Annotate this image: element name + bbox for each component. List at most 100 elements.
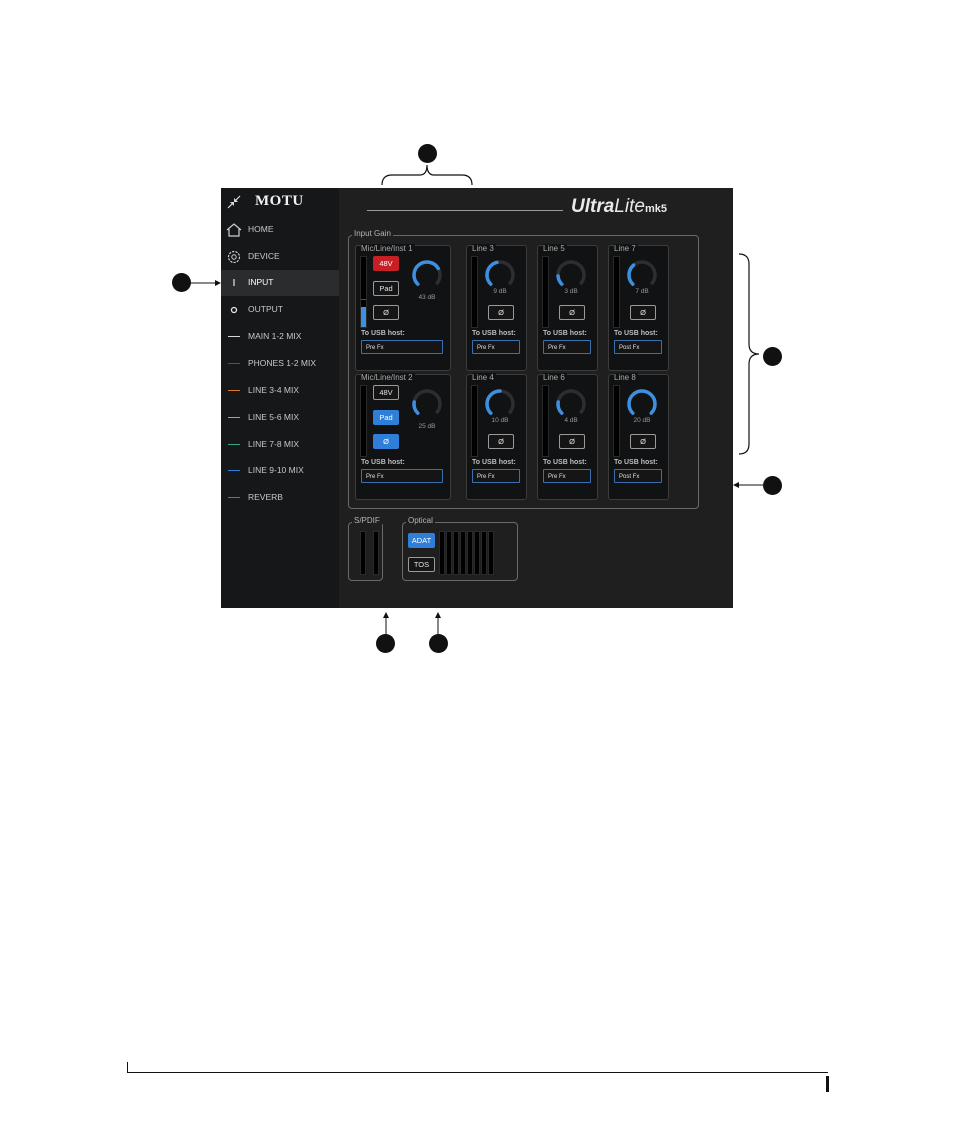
sidebar-item-line910-mix[interactable]: LINE 9-10 MIX — [221, 458, 339, 484]
gain-knob[interactable] — [483, 258, 517, 292]
output-circle-icon — [230, 306, 238, 314]
usb-host-label: To USB host: — [472, 459, 516, 466]
sidebar-item-label: OUTPUT — [248, 304, 283, 314]
brand-bold: Ultra — [571, 196, 615, 217]
level-meter — [471, 256, 478, 328]
optical-level-meter — [467, 531, 473, 575]
mix-color-line — [228, 336, 240, 337]
meter-peak — [361, 299, 366, 301]
phase-invert-button[interactable]: Ø — [559, 434, 585, 449]
phantom-48v-button[interactable]: 48V — [373, 256, 399, 271]
knob-value-arc — [556, 400, 564, 415]
channel-strip: Line 8 Ø 20 dB To USB host: Post Fx — [608, 373, 669, 500]
gain-knob[interactable] — [625, 387, 659, 421]
mix-color-line — [228, 470, 240, 471]
pad-button[interactable]: Pad — [373, 410, 399, 425]
home-icon — [226, 223, 242, 237]
tos-button[interactable]: TOS — [408, 557, 435, 572]
callout-arrow-left — [190, 280, 221, 286]
sidebar-item-input[interactable]: INPUT — [221, 270, 339, 296]
usb-host-select[interactable]: Pre Fx — [472, 469, 520, 483]
sidebar-item-reverb[interactable]: REVERB — [221, 485, 339, 511]
motu-logo: MOTU — [255, 193, 304, 209]
brace-right — [738, 253, 760, 455]
sidebar-item-phones-mix[interactable]: PHONES 1-2 MIX — [221, 351, 339, 377]
usb-host-label: To USB host: — [472, 330, 516, 337]
gain-value: 25 dB — [418, 423, 436, 430]
channel-name: Line 4 — [472, 373, 496, 382]
phase-invert-button[interactable]: Ø — [630, 434, 656, 449]
phase-invert-button[interactable]: Ø — [373, 434, 399, 449]
sidebar-item-device[interactable]: DEVICE — [221, 244, 339, 270]
optical-level-meter — [481, 531, 487, 575]
brand-model: mk5 — [644, 203, 667, 215]
channel-name: Mic/Line/Inst 1 — [361, 244, 415, 253]
pad-button[interactable]: Pad — [373, 281, 399, 296]
usb-host-select[interactable]: Pre Fx — [543, 469, 591, 483]
sidebar-item-line56-mix[interactable]: LINE 5-6 MIX — [221, 405, 339, 431]
optical-level-meter — [474, 531, 480, 575]
spdif-meter-right — [373, 531, 379, 575]
channel-name: Line 6 — [543, 373, 567, 382]
knob-track — [412, 389, 442, 415]
sidebar-item-label: LINE 5-6 MIX — [248, 412, 300, 422]
usb-host-select[interactable]: Pre Fx — [361, 469, 443, 483]
sidebar-item-line78-mix[interactable]: LINE 7-8 MIX — [221, 432, 339, 458]
callout-arrow-bottom-2 — [435, 612, 441, 634]
sidebar-item-line34-mix[interactable]: LINE 3-4 MIX — [221, 378, 339, 404]
level-meter — [360, 385, 367, 457]
sidebar-item-home[interactable]: HOME — [221, 217, 339, 243]
level-meter — [613, 385, 620, 457]
gain-knob[interactable] — [410, 387, 444, 421]
gear-icon — [227, 250, 241, 264]
product-brand: UltraLitemk5 — [571, 196, 667, 218]
channel-strip: Mic/Line/Inst 2 48V Pad Ø 25 dB To USB host: P… — [355, 373, 451, 500]
optical-level-meter — [453, 531, 459, 575]
phase-invert-button[interactable]: Ø — [488, 434, 514, 449]
usb-host-label: To USB host: — [543, 459, 587, 466]
usb-host-select[interactable]: Pre Fx — [543, 340, 591, 354]
usb-host-select[interactable]: Post Fx — [614, 340, 662, 354]
callout-marker-bottom-2 — [429, 634, 448, 653]
channel-strip: Line 4 Ø 10 dB To USB host: Pre Fx — [466, 373, 527, 500]
sidebar-item-label: DEVICE — [248, 251, 280, 261]
usb-host-select[interactable]: Pre Fx — [472, 340, 520, 354]
sidebar-item-label: REVERB — [248, 492, 283, 502]
callout-arrow-bottom-1 — [383, 612, 389, 634]
collapse-icon[interactable] — [227, 195, 241, 209]
phase-invert-button[interactable]: Ø — [630, 305, 656, 320]
knob-value-arc — [627, 263, 636, 286]
usb-host-select[interactable]: Post Fx — [614, 469, 662, 483]
callout-marker-right-1 — [763, 347, 782, 366]
gain-knob[interactable] — [483, 387, 517, 421]
optical-level-meter — [439, 531, 445, 575]
mix-color-line — [228, 444, 240, 445]
phase-invert-button[interactable]: Ø — [559, 305, 585, 320]
knob-value-arc — [485, 260, 499, 286]
channel-strip: Mic/Line/Inst 1 48V Pad Ø 43 dB To USB host: P… — [355, 244, 451, 371]
usb-host-select[interactable]: Pre Fx — [361, 340, 443, 354]
optical-level-meter — [488, 531, 494, 575]
phase-invert-button[interactable]: Ø — [373, 305, 399, 320]
level-meter — [471, 385, 478, 457]
input-gain-group: Input Gain Mic/Line/Inst 1 48V Pad Ø 43 dB To… — [348, 229, 699, 509]
channel-strip: Line 3 Ø 9 dB To USB host: Pre Fx — [466, 244, 527, 371]
sidebar: MOTU HOME DEVICE INPUT OUTPUT MAIN 1-2 M… — [221, 188, 339, 608]
gain-knob[interactable] — [554, 258, 588, 292]
phase-invert-button[interactable]: Ø — [488, 305, 514, 320]
sidebar-item-label: PHONES 1-2 MIX — [248, 358, 317, 368]
gain-knob[interactable] — [554, 387, 588, 421]
knob-value-arc — [485, 389, 502, 415]
channel-strip: Line 7 Ø 7 dB To USB host: Post Fx — [608, 244, 669, 371]
gain-value: 7 dB — [635, 288, 649, 295]
adat-button[interactable]: ADAT — [408, 533, 435, 548]
phantom-48v-button[interactable]: 48V — [373, 385, 399, 400]
sidebar-logo-row: MOTU — [221, 188, 339, 216]
sidebar-item-main-mix[interactable]: MAIN 1-2 MIX — [221, 324, 339, 350]
optical-meters — [439, 531, 513, 575]
sidebar-item-output[interactable]: OUTPUT — [221, 297, 339, 323]
gain-value: 20 dB — [633, 417, 651, 424]
gain-knob[interactable] — [625, 258, 659, 292]
knob-track — [556, 389, 586, 415]
gain-knob[interactable] — [410, 258, 444, 292]
